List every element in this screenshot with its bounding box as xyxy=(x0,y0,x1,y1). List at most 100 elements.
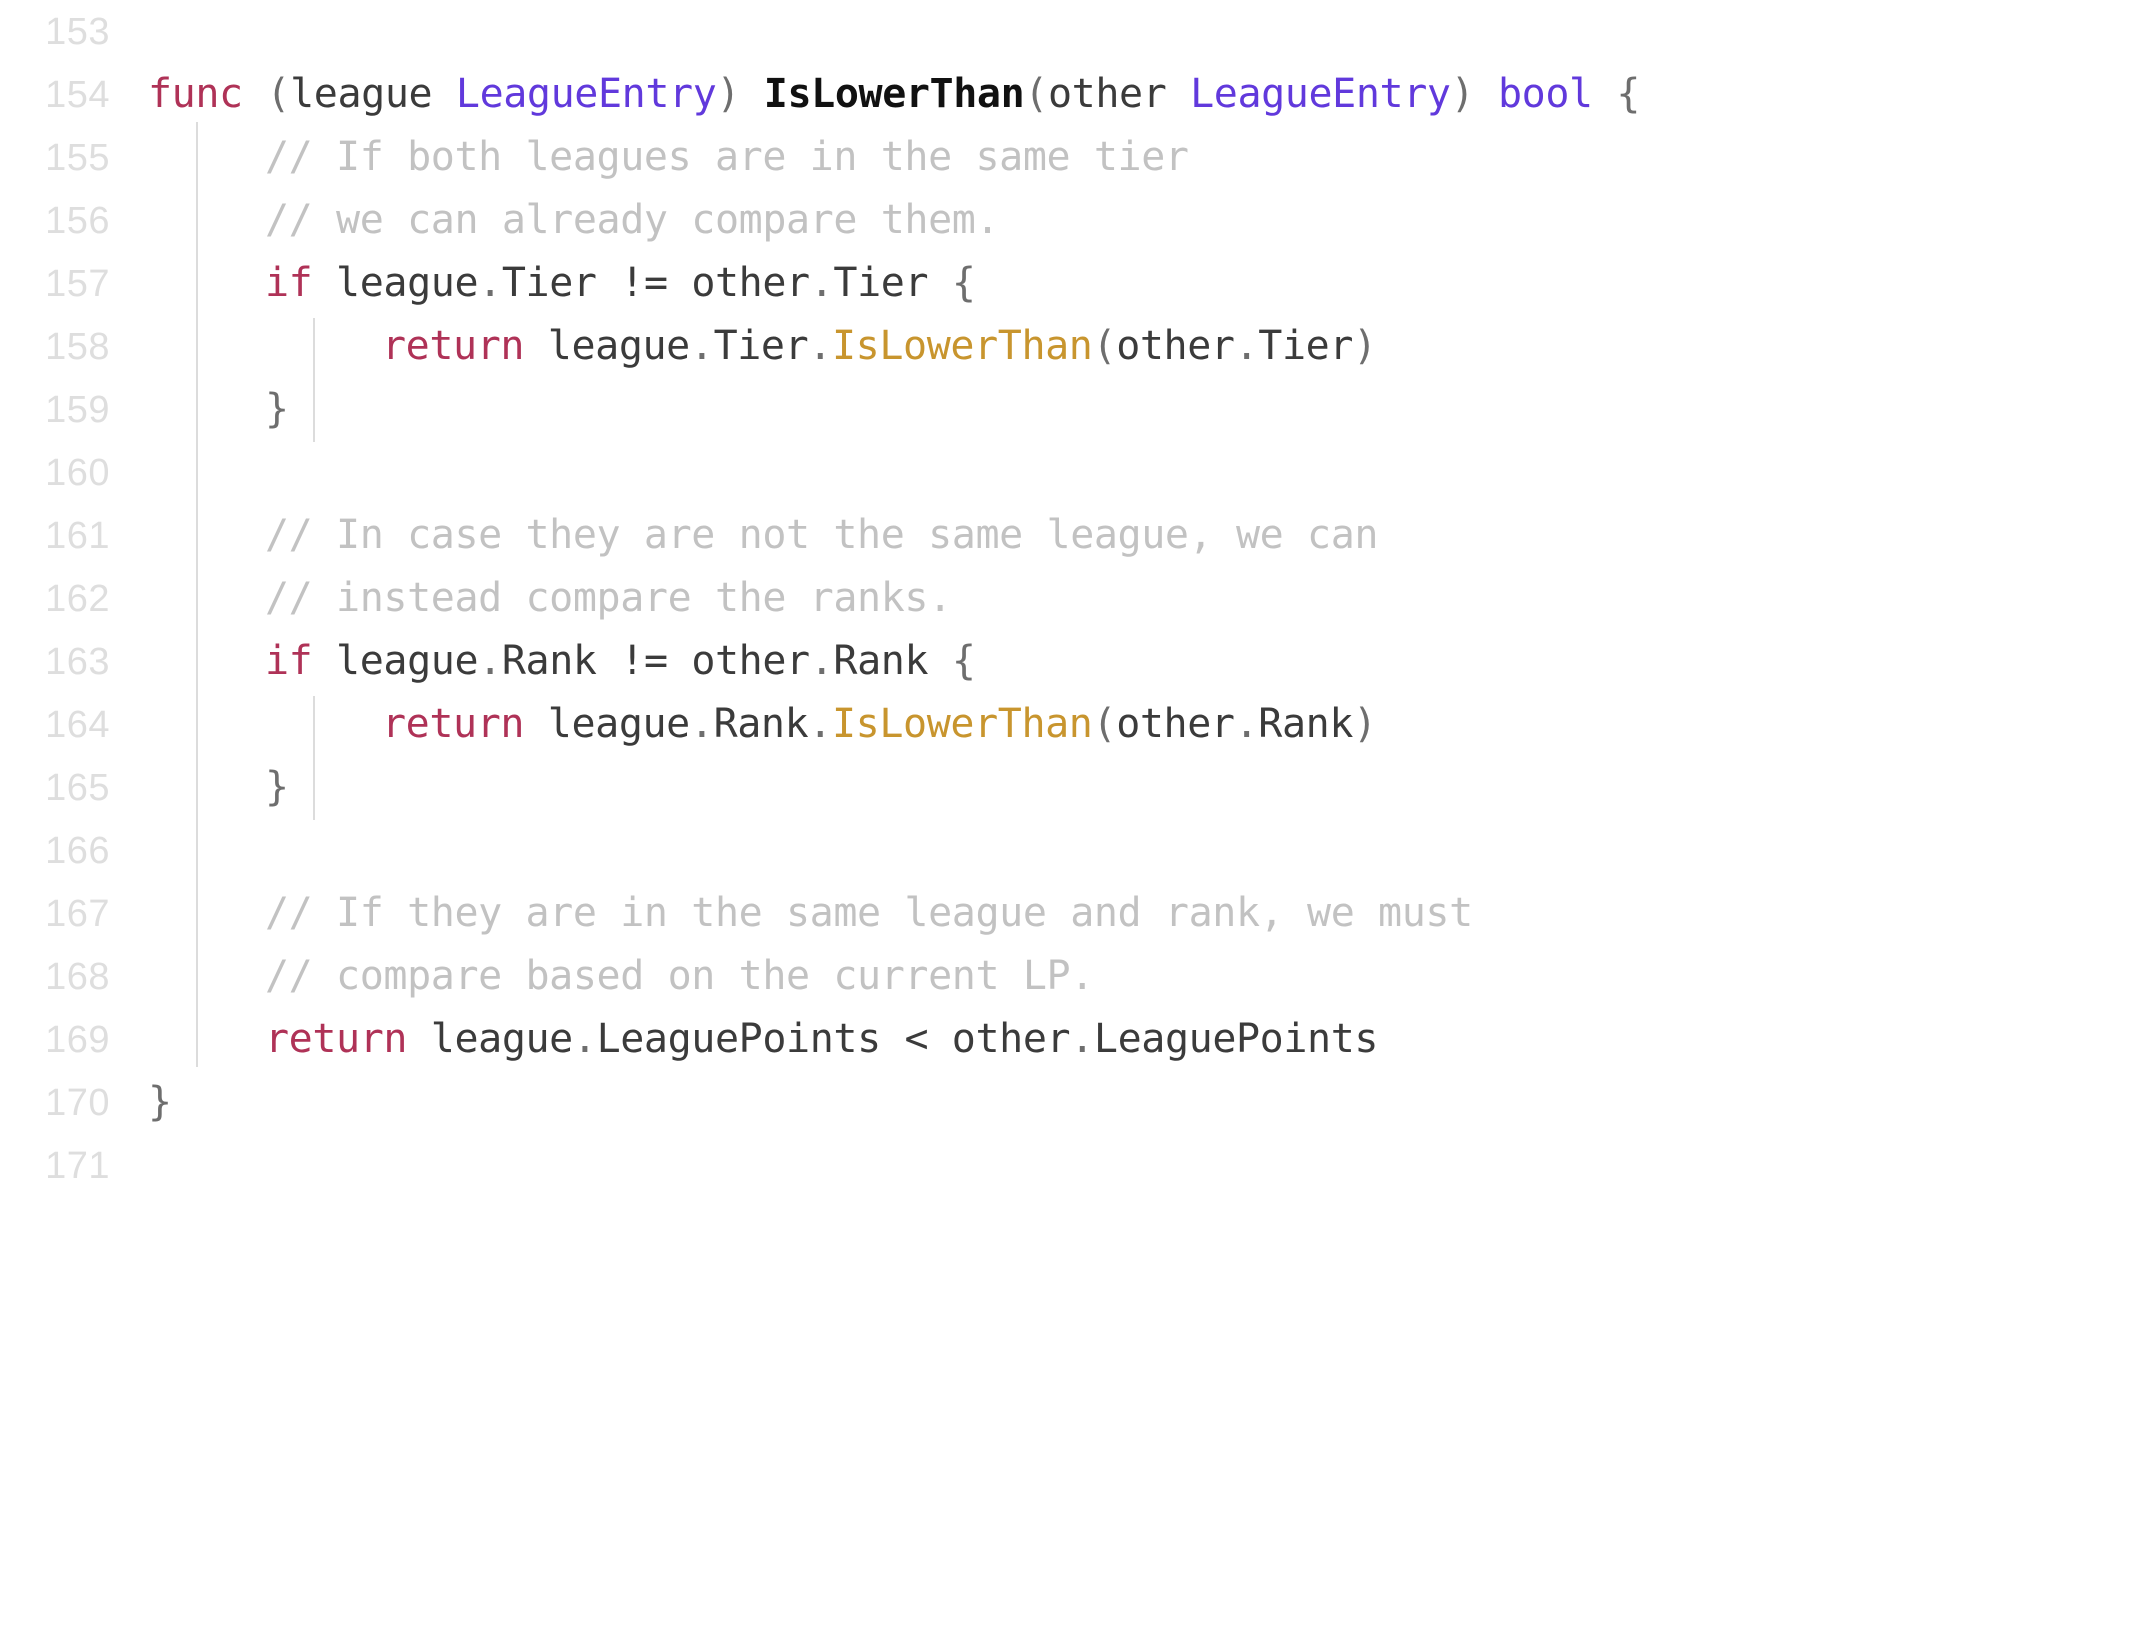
line-number: 160 xyxy=(45,451,110,494)
line-content[interactable]: // In case they are not the same league,… xyxy=(118,504,2142,567)
token-cmt: // instead compare the ranks. xyxy=(265,575,952,621)
line-content[interactable]: return league.Rank.IsLowerThan(other.Ran… xyxy=(118,693,2142,756)
token-plain: Rank xyxy=(501,638,621,684)
line-number: 167 xyxy=(45,892,110,935)
token-plain: Tier xyxy=(1258,323,1354,369)
token-pun: . xyxy=(1234,323,1259,369)
code-line[interactable]: 154 func (league LeagueEntry) IsLowerThan… xyxy=(0,63,2142,126)
code-editor[interactable]: 153 154 func (league LeagueEntry) IsLowerT… xyxy=(0,0,2142,1644)
line-content[interactable]: return league.LeaguePoints < other.Leagu… xyxy=(118,1008,2142,1071)
code-line[interactable]: 164 return league.Rank.IsLowerThan(other.… xyxy=(0,693,2142,756)
line-number: 162 xyxy=(45,577,110,620)
token-plain: league xyxy=(312,260,479,306)
line-content[interactable]: // If they are in the same league and ra… xyxy=(118,882,2142,945)
token-cmt: // compare based on the current LP. xyxy=(265,953,1094,999)
line-number: 171 xyxy=(45,1144,110,1187)
line-content[interactable]: if league.Rank != other.Rank { xyxy=(118,630,2142,693)
code-line[interactable]: 170} xyxy=(0,1071,2142,1134)
token-plain: other xyxy=(1116,323,1235,369)
token-pun: . xyxy=(689,701,714,747)
line-number: 168 xyxy=(45,955,110,998)
line-content[interactable]: return league.Tier.IsLowerThan(other.Tie… xyxy=(118,315,2142,378)
token-plain: LeaguePoints xyxy=(1093,1016,1379,1062)
code-line[interactable]: 160 xyxy=(0,441,2142,504)
token-pun: . xyxy=(478,638,502,684)
line-text: // In case they are not the same league,… xyxy=(265,504,1378,567)
code-line[interactable]: 167 // If they are in the same league and… xyxy=(0,882,2142,945)
token-plain: Rank xyxy=(833,638,952,684)
code-line[interactable]: 163 if league.Rank != other.Rank { xyxy=(0,630,2142,693)
code-line[interactable]: 156 // we can already compare them. xyxy=(0,189,2142,252)
line-content[interactable] xyxy=(118,1134,2142,1197)
line-text: } xyxy=(148,1071,172,1134)
token-pun: . xyxy=(478,260,502,306)
line-content[interactable]: } xyxy=(118,1071,2142,1134)
line-content[interactable]: func (league LeagueEntry) IsLowerThan(ot… xyxy=(118,63,2142,126)
line-text: // If both leagues are in the same tier xyxy=(265,126,1189,189)
token-typ: LeagueEntry xyxy=(1190,71,1451,117)
token-typ: bool xyxy=(1497,71,1593,117)
code-line[interactable]: 158 return league.Tier.IsLowerThan(other.… xyxy=(0,315,2142,378)
line-number: 156 xyxy=(45,199,110,242)
token-plain: != xyxy=(620,638,668,684)
code-line[interactable]: 169 return league.LeaguePoints < other.Le… xyxy=(0,1008,2142,1071)
token-plain: league xyxy=(524,701,691,747)
token-pun: ) xyxy=(1353,701,1377,747)
line-number: 161 xyxy=(45,514,110,557)
token-plain: Rank xyxy=(713,701,809,747)
token-plain: other xyxy=(928,1016,1071,1062)
code-line[interactable]: 162 // instead compare the ranks. xyxy=(0,567,2142,630)
token-plain: league xyxy=(407,1016,574,1062)
code-lines-container[interactable]: 153 154 func (league LeagueEntry) IsLowerT… xyxy=(0,0,2142,1644)
token-pun: ( xyxy=(1092,701,1117,747)
code-line[interactable]: 157 if league.Tier != other.Tier { xyxy=(0,252,2142,315)
code-line[interactable]: 165} xyxy=(0,756,2142,819)
code-line[interactable]: 159} xyxy=(0,378,2142,441)
line-number: 158 xyxy=(45,325,110,368)
token-plain: Rank xyxy=(1258,701,1354,747)
code-line[interactable]: 168 // compare based on the current LP. xyxy=(0,945,2142,1008)
line-number: 170 xyxy=(45,1081,110,1124)
line-content[interactable]: // instead compare the ranks. xyxy=(118,567,2142,630)
token-pun: ) xyxy=(716,71,741,117)
line-content[interactable]: // we can already compare them. xyxy=(118,189,2142,252)
line-content[interactable] xyxy=(118,819,2142,882)
line-content[interactable]: // compare based on the current LP. xyxy=(118,945,2142,1008)
token-pun: } xyxy=(148,1079,172,1125)
token-pun: . xyxy=(1070,1016,1094,1062)
token-kw: if xyxy=(265,638,313,684)
token-kw: return xyxy=(382,701,525,747)
line-text: if league.Rank != other.Rank { xyxy=(265,630,976,693)
code-line[interactable]: 171 xyxy=(0,1134,2142,1197)
token-pun: { xyxy=(951,638,976,684)
line-content[interactable]: if league.Tier != other.Tier { xyxy=(118,252,2142,315)
token-kw: return xyxy=(265,1016,408,1062)
line-content[interactable]: // If both leagues are in the same tier xyxy=(118,126,2142,189)
line-content[interactable] xyxy=(118,441,2142,504)
line-number: 155 xyxy=(45,136,110,179)
code-line[interactable]: 166 xyxy=(0,819,2142,882)
line-text: return league.Tier.IsLowerThan(other.Tie… xyxy=(382,315,1377,378)
token-pun: . xyxy=(689,323,714,369)
code-line[interactable]: 155 // If both leagues are in the same ti… xyxy=(0,126,2142,189)
line-number: 164 xyxy=(45,703,110,746)
token-fn: IsLowerThan xyxy=(763,71,1025,117)
line-content[interactable]: } xyxy=(118,756,2142,819)
line-text: // If they are in the same league and ra… xyxy=(265,882,1473,945)
line-text: func (league LeagueEntry) IsLowerThan(ot… xyxy=(148,63,1640,126)
code-line[interactable]: 153 xyxy=(0,0,2142,63)
code-line[interactable]: 161 // In case they are not the same leag… xyxy=(0,504,2142,567)
line-number: 157 xyxy=(45,262,110,305)
token-call: IsLowerThan xyxy=(831,323,1093,369)
line-number: 163 xyxy=(45,640,110,683)
line-content[interactable]: } xyxy=(118,378,2142,441)
token-pun: . xyxy=(808,323,832,369)
line-content[interactable] xyxy=(118,0,2142,63)
token-pun: . xyxy=(809,638,834,684)
token-pun: ) xyxy=(1353,323,1377,369)
line-text: // compare based on the current LP. xyxy=(265,945,1094,1008)
token-pun: . xyxy=(809,260,834,306)
